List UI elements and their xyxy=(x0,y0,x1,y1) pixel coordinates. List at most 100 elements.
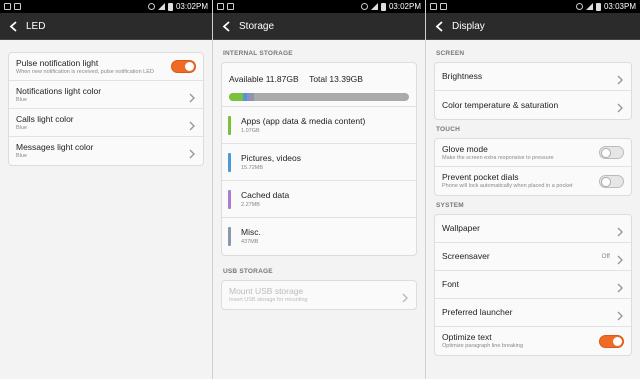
glove-mode-row[interactable]: Glove mode Make the screen extra respons… xyxy=(435,139,631,167)
available-text: Available 11.87GB xyxy=(229,74,299,84)
status-time: 03:02PM xyxy=(388,2,421,11)
row-subtitle: Blue xyxy=(16,124,28,131)
optimize-text-toggle[interactable] xyxy=(599,334,624,348)
battery-icon xyxy=(380,2,386,11)
row-subtitle: Phone will lock automatically when place… xyxy=(442,183,573,189)
chevron-right-icon xyxy=(616,252,624,264)
upload-icon xyxy=(440,3,447,10)
item-title: Cached data xyxy=(241,189,290,200)
row-subtitle: Make the screen extra responsive to pres… xyxy=(442,154,554,161)
item-size: 2.27MB xyxy=(241,201,260,208)
notification-icon xyxy=(217,3,224,10)
row-title: Optimize text xyxy=(442,332,492,342)
color-swatch xyxy=(228,152,231,172)
pulse-light-row[interactable]: Pulse notification light When new notifi… xyxy=(9,53,203,81)
chevron-right-icon xyxy=(616,308,624,320)
brightness-row[interactable]: Brightness xyxy=(435,63,631,91)
led-screen: 03:02PM LED Pulse notification light Whe… xyxy=(0,0,213,379)
row-title: Wallpaper xyxy=(442,223,480,233)
item-title: Misc. xyxy=(241,227,261,237)
mount-usb-row[interactable]: Mount USB storage Insert USB storage for… xyxy=(222,281,416,309)
battery-icon xyxy=(167,2,173,11)
upload-icon xyxy=(227,3,234,10)
glove-mode-toggle[interactable] xyxy=(599,146,624,159)
alarm-icon xyxy=(147,3,155,10)
touch-card: Glove mode Make the screen extra respons… xyxy=(434,138,632,196)
back-arrow-icon xyxy=(222,20,230,32)
font-row[interactable]: Font xyxy=(435,271,631,299)
color-swatch xyxy=(228,227,231,246)
item-title: Pictures, videos xyxy=(241,152,301,163)
section-header-system: SYSTEM xyxy=(436,202,464,209)
messages-color-row[interactable]: Messages light color Blue xyxy=(9,137,203,165)
chevron-right-icon xyxy=(616,72,624,84)
alarm-icon xyxy=(575,3,583,10)
color-swatch xyxy=(228,115,231,135)
wallpaper-row[interactable]: Wallpaper xyxy=(435,215,631,243)
back-button[interactable] xyxy=(432,19,446,33)
screensaver-row[interactable]: Screensaver Off xyxy=(435,243,631,271)
screen-card: Brightness Color temperature & saturatio… xyxy=(434,62,632,120)
calls-color-row[interactable]: Calls light color Blue xyxy=(9,109,203,137)
signal-icon xyxy=(370,3,378,10)
upload-icon xyxy=(14,3,21,10)
storage-item-pictures[interactable]: Pictures, videos 15.72MB xyxy=(222,144,416,181)
row-title: Brightness xyxy=(442,71,483,81)
section-header-internal: INTERNAL STORAGE xyxy=(223,50,293,57)
screens: 03:02PM LED Pulse notification light Whe… xyxy=(0,0,640,379)
storage-item-misc[interactable]: Misc. 437MB xyxy=(222,218,416,255)
back-button[interactable] xyxy=(6,19,20,33)
chevron-right-icon xyxy=(401,290,409,303)
storage-item-apps[interactable]: Apps (app data & media content) 1.07GB xyxy=(222,107,416,144)
storage-item-cached[interactable]: Cached data 2.27MB xyxy=(222,181,416,218)
section-header-touch: TOUCH xyxy=(436,126,460,133)
section-header-usb: USB STORAGE xyxy=(223,268,273,275)
row-subtitle: When new notification is received, pulse… xyxy=(16,68,154,75)
usage-segment-apps xyxy=(229,93,244,101)
back-arrow-icon xyxy=(435,20,443,32)
row-subtitle: Optimize paragraph line breaking xyxy=(442,343,524,349)
notification-icon xyxy=(4,3,11,10)
row-title: Mount USB storage xyxy=(229,286,304,296)
chevron-right-icon xyxy=(616,224,624,236)
optimize-text-row[interactable]: Optimize text Optimize paragraph line br… xyxy=(435,327,631,355)
row-title: Preferred launcher xyxy=(442,307,513,317)
screensaver-value: Off xyxy=(601,253,610,260)
alarm-icon xyxy=(360,3,368,10)
app-bar: LED xyxy=(0,13,212,40)
page-title: LED xyxy=(26,20,46,32)
color-temperature-row[interactable]: Color temperature & saturation xyxy=(435,91,631,119)
row-title: Calls light color xyxy=(16,113,74,124)
storage-summary: Available 11.87GB Total 13.39GB xyxy=(222,63,416,107)
item-title: Apps (app data & media content) xyxy=(241,115,366,126)
page-title: Display xyxy=(452,20,485,32)
storage-usage-bar xyxy=(229,93,409,101)
chevron-right-icon xyxy=(616,100,624,113)
status-time: 03:03PM xyxy=(603,2,636,11)
pocket-dials-toggle[interactable] xyxy=(599,174,624,188)
back-button[interactable] xyxy=(219,19,233,33)
total-text: Total 13.39GB xyxy=(309,74,363,84)
system-card: Wallpaper Screensaver Off Font Preferred… xyxy=(434,214,632,356)
row-title: Glove mode xyxy=(442,143,488,154)
status-bar: 03:02PM xyxy=(0,0,212,13)
app-bar: Storage xyxy=(213,13,425,40)
battery-icon xyxy=(595,2,601,11)
notification-icon xyxy=(430,3,437,10)
chevron-right-icon xyxy=(188,118,196,130)
preferred-launcher-row[interactable]: Preferred launcher xyxy=(435,299,631,327)
pocket-dials-row[interactable]: Prevent pocket dials Phone will lock aut… xyxy=(435,167,631,195)
storage-screen: 03:02PM Storage INTERNAL STORAGE Availab… xyxy=(213,0,426,379)
chevron-right-icon xyxy=(188,146,196,159)
page-title: Storage xyxy=(239,20,275,32)
led-settings-card: Pulse notification light When new notifi… xyxy=(8,52,204,166)
display-screen: 03:03PM Display SCREEN Brightness Color … xyxy=(426,0,640,379)
notifications-color-row[interactable]: Notifications light color Blue xyxy=(9,81,203,109)
item-size: 1.07GB xyxy=(241,127,260,134)
row-title: Color temperature & saturation xyxy=(442,99,559,110)
chevron-right-icon xyxy=(188,90,196,102)
row-subtitle: Insert USB storage for mounting xyxy=(229,297,308,303)
row-title: Screensaver xyxy=(442,251,490,261)
status-time: 03:02PM xyxy=(175,2,208,11)
pulse-light-toggle[interactable] xyxy=(171,60,196,73)
